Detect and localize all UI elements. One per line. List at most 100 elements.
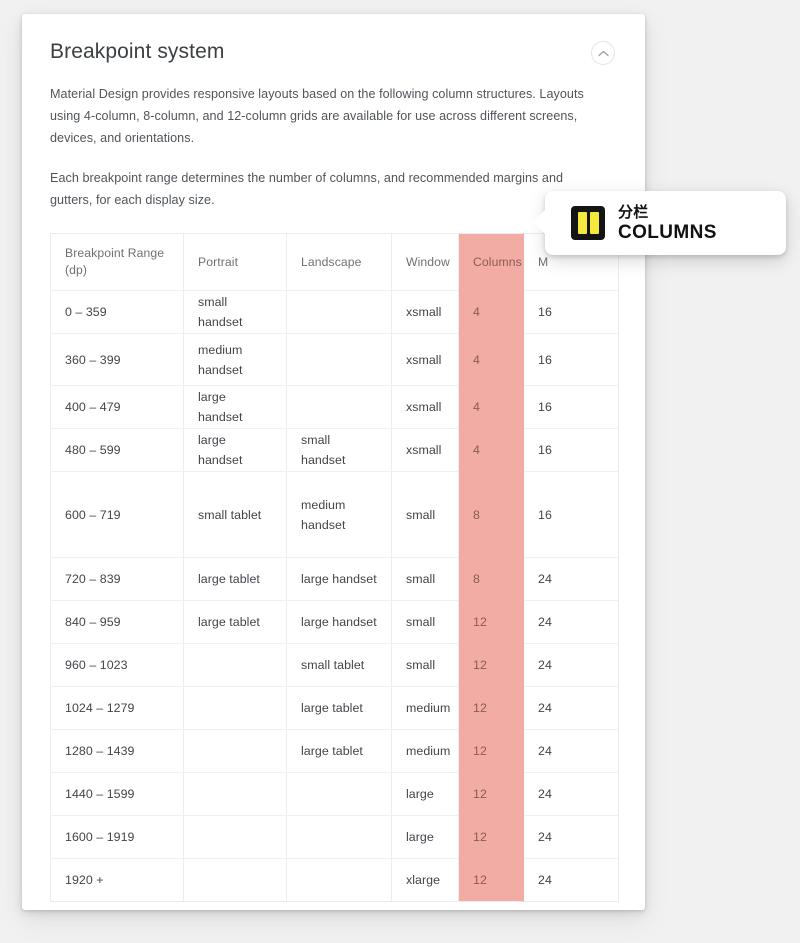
cell-margin: 24: [523, 643, 619, 687]
table-row: 0 – 359 small handset xsmall 4 16: [50, 290, 619, 334]
cell-columns: 12: [458, 643, 524, 687]
cell-window: large: [391, 772, 459, 816]
table-row: 960 – 1023 small tablet small 12 24: [50, 643, 619, 687]
table-row: 720 – 839 large tablet large handset small 8…: [50, 557, 619, 601]
table-row: 360 – 399 medium handset xsmall 4 16: [50, 333, 619, 386]
cell-columns: 12: [458, 815, 524, 859]
cell-columns: 8: [458, 557, 524, 601]
intro-paragraph-2: Each breakpoint range determines the num…: [50, 171, 564, 207]
cell-columns: 4: [458, 290, 524, 334]
cell-window: small: [391, 557, 459, 601]
cell-columns: 12: [458, 729, 524, 773]
cell-breakpoint-range: 720 – 839: [50, 557, 184, 601]
column-header-window[interactable]: Window: [391, 233, 459, 291]
cell-columns: 4: [458, 385, 524, 429]
cell-margin: 16: [523, 471, 619, 558]
cell-landscape: large handset: [286, 600, 392, 644]
column-bar-left: [577, 212, 587, 234]
cell-landscape: small tablet: [286, 643, 392, 687]
column-header-columns[interactable]: Columns: [458, 233, 524, 291]
cell-margin: 16: [523, 428, 619, 472]
cell-window: xlarge: [391, 858, 459, 902]
table-row: 1024 – 1279 large tablet medium 12 24: [50, 686, 619, 730]
card-content: Breakpoint system Material Design provid…: [22, 14, 645, 910]
cell-columns: 8: [458, 471, 524, 558]
table-head: Breakpoint Range (dp) Portrait Landscape…: [50, 233, 619, 291]
cell-columns: 12: [458, 772, 524, 816]
cell-portrait: large handset: [183, 428, 287, 472]
cell-margin: 24: [523, 815, 619, 859]
table-row: 1920 + xlarge 12 24: [50, 858, 619, 902]
cell-margin: 16: [523, 333, 619, 386]
cell-breakpoint-range: 400 – 479: [50, 385, 184, 429]
cell-margin: 24: [523, 772, 619, 816]
cell-portrait: large tablet: [183, 557, 287, 601]
cell-landscape: [286, 333, 392, 386]
cell-columns: 4: [458, 428, 524, 472]
cell-margin: 24: [523, 600, 619, 644]
cell-window: xsmall: [391, 333, 459, 386]
breakpoint-table: Breakpoint Range (dp) Portrait Landscape…: [50, 233, 619, 902]
cell-margin: 24: [523, 729, 619, 773]
table-row: 600 – 719 small tablet medium handset small…: [50, 471, 619, 558]
cell-portrait: large tablet: [183, 600, 287, 644]
cell-margin: 16: [523, 290, 619, 334]
callout-label-cn: 分栏: [618, 203, 649, 221]
page-title: Breakpoint system: [50, 40, 225, 63]
table-row: 1440 – 1599 large 12 24: [50, 772, 619, 816]
cell-columns: 12: [458, 600, 524, 644]
cell-breakpoint-range: 1920 +: [50, 858, 184, 902]
cell-window: xsmall: [391, 385, 459, 429]
cell-breakpoint-range: 840 – 959: [50, 600, 184, 644]
column-bar-right: [589, 212, 599, 234]
column-header-portrait[interactable]: Portrait: [183, 233, 287, 291]
two-column-layout-icon: [571, 206, 605, 240]
cell-window: xsmall: [391, 428, 459, 472]
cell-landscape: large tablet: [286, 686, 392, 730]
cell-landscape: [286, 772, 392, 816]
cell-window: medium: [391, 686, 459, 730]
cell-margin: 24: [523, 557, 619, 601]
cell-landscape: [286, 290, 392, 334]
card-header: Breakpoint system: [50, 38, 617, 66]
cell-columns: 4: [458, 333, 524, 386]
cell-window: small: [391, 600, 459, 644]
cell-breakpoint-range: 1024 – 1279: [50, 686, 184, 730]
cell-portrait: [183, 643, 287, 687]
table-row: 1280 – 1439 large tablet medium 12 24: [50, 729, 619, 773]
cell-portrait: [183, 858, 287, 902]
cell-landscape: [286, 385, 392, 429]
cell-portrait: [183, 729, 287, 773]
table-header-row: Breakpoint Range (dp) Portrait Landscape…: [50, 233, 619, 291]
table-body: 0 – 359 small handset xsmall 4 16 360 – 399 me…: [50, 290, 619, 902]
cell-landscape: large handset: [286, 557, 392, 601]
chevron-up-icon: [597, 50, 609, 57]
column-header-landscape[interactable]: Landscape: [286, 233, 392, 291]
collapse-section-button[interactable]: [591, 41, 615, 65]
cell-landscape: large tablet: [286, 729, 392, 773]
cell-portrait: small handset: [183, 290, 287, 334]
cell-window: medium: [391, 729, 459, 773]
cell-portrait: [183, 772, 287, 816]
columns-callout[interactable]: 分栏 COLUMNS: [533, 191, 786, 255]
column-header-breakpoint-range[interactable]: Breakpoint Range (dp): [50, 233, 184, 291]
cell-breakpoint-range: 0 – 359: [50, 290, 184, 334]
breakpoint-system-card: Breakpoint system Material Design provid…: [22, 14, 645, 910]
table-row: 1600 – 1919 large 12 24: [50, 815, 619, 859]
cell-portrait: large handset: [183, 385, 287, 429]
table-row: 480 – 599 large handset small handset xsmal…: [50, 428, 619, 472]
cell-columns: 12: [458, 686, 524, 730]
cell-landscape: medium handset: [286, 471, 392, 558]
cell-breakpoint-range: 1280 – 1439: [50, 729, 184, 773]
callout-text: 分栏 COLUMNS: [618, 204, 717, 243]
table-row: 840 – 959 large tablet large handset small 1…: [50, 600, 619, 644]
intro-paragraph-1: Material Design provides responsive layo…: [50, 87, 584, 145]
cell-portrait: [183, 815, 287, 859]
cell-columns: 12: [458, 858, 524, 902]
cell-margin: 24: [538, 873, 552, 887]
cell-margin: 16: [523, 385, 619, 429]
cell-window: large: [391, 815, 459, 859]
cell-breakpoint-range: 1440 – 1599: [50, 772, 184, 816]
cell-margin: 24: [523, 686, 619, 730]
cell-portrait: [183, 686, 287, 730]
